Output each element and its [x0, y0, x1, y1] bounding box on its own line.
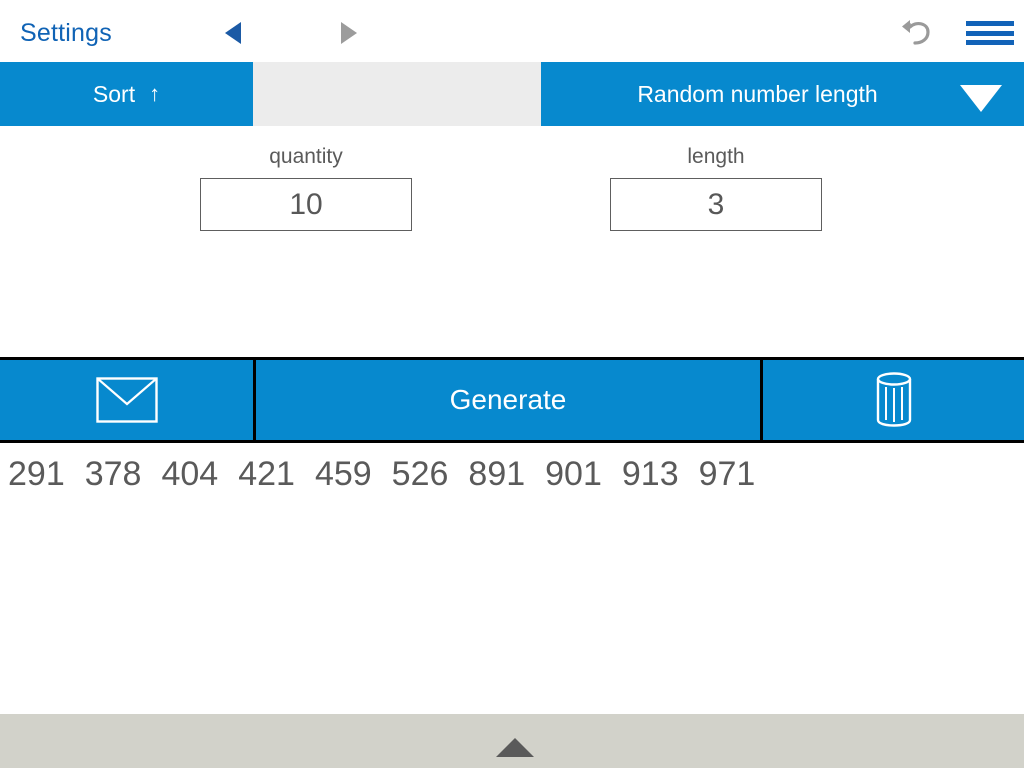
toolbar-spacer [253, 62, 541, 126]
sort-label: Sort [92, 80, 136, 107]
sort-button[interactable]: Sort ↑ [0, 62, 253, 126]
page-title[interactable]: Settings [20, 19, 112, 48]
length-field-group: length 3 [610, 145, 822, 231]
result-number: 291 [8, 455, 65, 493]
menu-bar-1 [966, 21, 1014, 26]
undo-icon[interactable] [900, 17, 936, 47]
result-number: 404 [161, 455, 219, 493]
toolbar: Sort ↑ Random number length [0, 62, 1024, 126]
mail-button[interactable] [0, 360, 253, 440]
bottom-bar [0, 714, 1024, 768]
dropdown-label: Random number length [637, 80, 878, 107]
result-number: 378 [84, 455, 142, 493]
prev-arrow-icon[interactable] [225, 22, 241, 44]
chevron-up-icon[interactable] [496, 738, 534, 757]
result-number: 891 [468, 455, 526, 493]
result-number: 901 [545, 455, 602, 493]
result-number: 421 [238, 455, 295, 493]
hamburger-menu-icon[interactable] [966, 21, 1014, 45]
length-input[interactable]: 3 [610, 178, 822, 231]
generate-button[interactable]: Generate [256, 360, 760, 440]
result-number: 971 [698, 455, 756, 493]
result-number: 913 [621, 455, 679, 493]
trash-icon [876, 372, 911, 427]
result-number: 526 [391, 455, 449, 493]
envelope-icon [95, 377, 158, 423]
action-bar: Generate [0, 357, 1024, 443]
next-arrow-icon[interactable] [341, 22, 357, 44]
generate-label: Generate [449, 384, 567, 415]
results-list: 291 378 404 421 459 526 891 901 913 971 [8, 455, 1016, 494]
menu-bar-3 [966, 40, 1014, 45]
random-number-length-dropdown[interactable]: Random number length [541, 62, 1024, 126]
menu-bar-2 [966, 30, 1014, 36]
length-label: length [687, 145, 745, 168]
chevron-down-icon[interactable] [960, 85, 1002, 112]
trash-button[interactable] [763, 360, 1024, 440]
sort-direction-icon: ↑ [149, 81, 161, 106]
quantity-input[interactable]: 10 [200, 178, 412, 231]
result-number: 459 [314, 455, 372, 493]
quantity-field-group: quantity 10 [200, 145, 412, 231]
quantity-label: quantity [269, 145, 343, 168]
app-header: Settings [0, 0, 1024, 62]
